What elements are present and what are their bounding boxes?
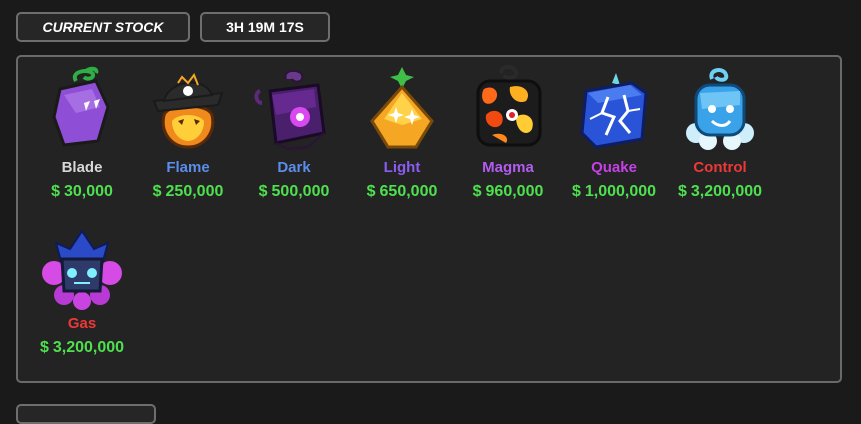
control-fruit-icon <box>686 68 754 150</box>
fruit-name: Dark <box>277 159 311 176</box>
fruit-price: $960,000 <box>472 183 544 200</box>
stock-panel: Blade $30,000 Flame $250,000 Dark $ 500,… <box>16 55 842 383</box>
fruit-price: $3,200,000 <box>39 339 125 356</box>
fruit-item-magma[interactable]: Magma $960,000 <box>452 63 564 213</box>
fruit-name: Gas <box>67 315 97 332</box>
restock-timer: 3H 19M 17S <box>200 12 330 42</box>
fruit-name: Control <box>693 159 747 176</box>
tab-current-stock[interactable]: CURRENT STOCK <box>16 12 190 42</box>
next-stock-tab[interactable] <box>16 404 156 424</box>
fruit-item-quake[interactable]: Quake $1,000,000 <box>558 63 670 213</box>
fruit-price: $500,000 <box>258 183 330 200</box>
quake-fruit-icon <box>580 73 648 149</box>
fruit-item-blade[interactable]: Blade $30,000 <box>26 63 138 213</box>
gas-fruit-icon <box>42 229 122 310</box>
light-fruit-icon <box>370 67 434 149</box>
fruit-price: $3,200,000 <box>677 183 763 200</box>
magma-fruit-icon <box>476 65 542 147</box>
fruit-item-dark[interactable]: Dark $500,000 <box>238 63 350 213</box>
dark-fruit-icon <box>254 69 326 151</box>
fruit-price: $30,000 <box>51 183 113 200</box>
fruit-item-flame[interactable]: Flame $250,000 <box>132 63 244 213</box>
fruit-name: Light <box>383 159 421 176</box>
fruit-price: $1,000,000 <box>571 183 657 200</box>
fruit-item-gas[interactable]: Gas $3,200,000 <box>26 219 138 369</box>
blade-fruit-icon <box>52 66 110 147</box>
fruit-item-control[interactable]: Control $3,200,000 <box>664 63 776 213</box>
fruit-name: Flame <box>166 159 210 176</box>
fruit-item-light[interactable]: Light $650,000 <box>346 63 458 213</box>
flame-fruit-icon <box>152 72 224 149</box>
fruit-name: Blade <box>61 159 103 176</box>
fruit-price: $250,000 <box>152 183 224 200</box>
fruit-name: Magma <box>482 159 534 176</box>
fruit-price: $650,000 <box>366 183 438 200</box>
fruit-name: Quake <box>591 159 637 176</box>
